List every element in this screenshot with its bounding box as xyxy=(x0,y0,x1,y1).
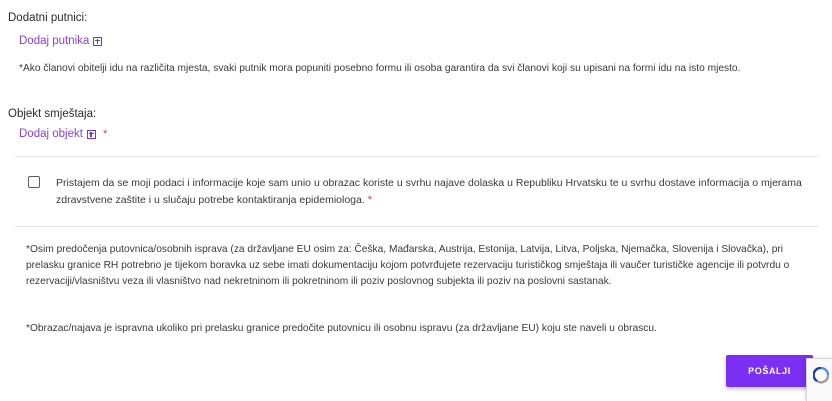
accommodation-label: Objekt smještaja: xyxy=(8,108,97,120)
additional-travelers-label: Dodatni putnici: xyxy=(8,12,88,24)
divider xyxy=(15,156,818,157)
arrival-form: Dodatni putnici: Dodaj putnika *Ako član… xyxy=(0,0,832,401)
add-traveler-link[interactable]: Dodaj putnika xyxy=(19,35,103,47)
validity-note: *Obrazac/najava je ispravna ukoliko pri … xyxy=(26,323,657,334)
add-accommodation-link[interactable]: Dodaj objekt * xyxy=(19,128,107,140)
divider xyxy=(15,226,818,227)
documents-note: *Osim predočenja putovnica/osobnih ispra… xyxy=(26,244,790,287)
consent-text: Pristajem da se moji podaci i informacij… xyxy=(56,177,802,206)
add-traveler-label: Dodaj putnika xyxy=(19,35,90,47)
additional-travelers-note: *Ako članovi obitelji idu na različita m… xyxy=(19,63,741,74)
required-asterisk: * xyxy=(102,128,108,140)
add-accommodation-label: Dodaj objekt xyxy=(19,128,83,140)
required-asterisk: * xyxy=(367,194,373,206)
recaptcha-icon xyxy=(813,367,829,384)
recaptcha-badge[interactable] xyxy=(806,358,832,401)
submit-button[interactable]: POŠALJI xyxy=(726,355,813,387)
plus-square-icon xyxy=(93,36,103,46)
plus-square-icon xyxy=(86,129,96,139)
consent-checkbox[interactable] xyxy=(28,176,40,188)
consent-text-block: Pristajem da se moji podaci i informacij… xyxy=(56,175,826,209)
